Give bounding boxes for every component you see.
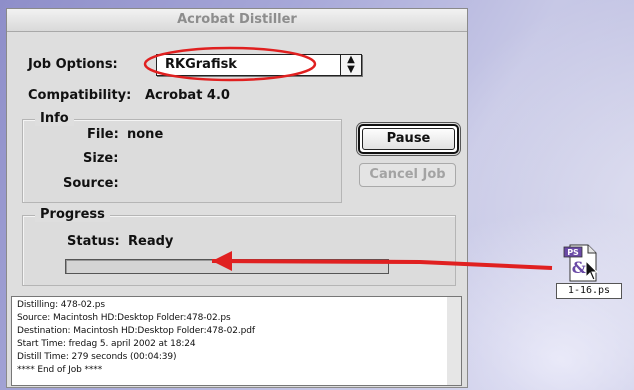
desktop-file-name[interactable]: 1-16.ps (556, 283, 622, 299)
job-options-value: RKGrafisk (165, 57, 237, 72)
size-label: Size: (83, 151, 119, 166)
source-label: Source: (63, 176, 119, 191)
log-line: Source: Macintosh HD:Desktop Folder:478-… (17, 313, 231, 323)
job-options-popup[interactable]: RKGrafisk ▲ ▼ (156, 54, 362, 76)
progress-group-title: Progress (35, 207, 110, 222)
progress-bar (65, 259, 389, 274)
log-line: **** End of Job **** (17, 365, 103, 375)
file-value: none (127, 127, 164, 142)
compatibility-value: Acrobat 4.0 (145, 88, 230, 103)
window-title: Acrobat Distiller (177, 12, 297, 27)
cancel-job-button[interactable]: Cancel Job (359, 163, 456, 187)
popup-updown-arrows-icon: ▲ ▼ (340, 55, 361, 75)
pause-button-label: Pause (362, 128, 455, 150)
postscript-file-icon[interactable]: PS & (562, 243, 600, 283)
job-options-label: Job Options: (28, 57, 118, 72)
status-label: Status: (67, 234, 120, 249)
file-label: File: (87, 127, 119, 142)
compatibility-label: Compatibility: (28, 88, 132, 103)
log-line: Distilling: 478-02.ps (17, 300, 106, 310)
log-line: Distill Time: 279 seconds (00:04:39) (17, 352, 177, 362)
file-icon-badge: PS (567, 248, 579, 257)
progress-group: Progress (22, 207, 456, 286)
log-line: Destination: Macintosh HD:Desktop Folder… (17, 326, 255, 336)
status-value: Ready (128, 234, 174, 249)
acrobat-distiller-window: Acrobat Distiller Job Options: RKGrafisk… (6, 8, 468, 388)
pause-button[interactable]: Pause (358, 124, 459, 154)
svg-text:&: & (572, 258, 587, 277)
log-line: Start Time: fredag 5. april 2002 at 18:2… (17, 339, 196, 349)
info-group-title: Info (35, 111, 74, 126)
window-titlebar[interactable]: Acrobat Distiller (7, 9, 467, 32)
log-scrollbar[interactable] (447, 296, 462, 386)
